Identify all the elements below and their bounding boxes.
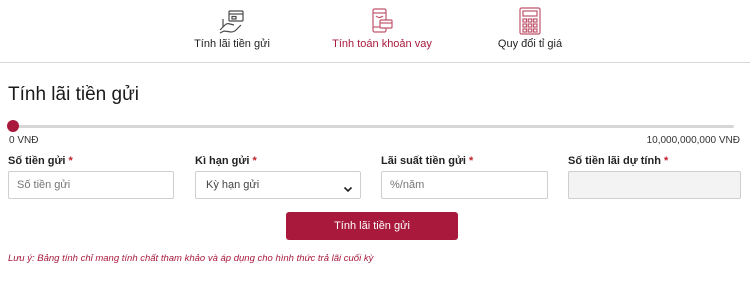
deposit-term-selected-value: Kỳ hạn gửi	[206, 179, 260, 191]
amount-slider-track[interactable]	[12, 125, 734, 128]
deposit-term-field-group: Kì hạn gửi * Kỳ hạn gửi	[195, 155, 361, 199]
loan-phone-card-icon	[367, 6, 397, 36]
chevron-down-icon	[342, 179, 354, 193]
slider-min-label: 0 VNĐ	[9, 135, 39, 146]
calculator-icon	[515, 6, 545, 36]
interest-rate-input[interactable]	[381, 171, 548, 199]
estimated-interest-output	[568, 171, 741, 199]
savings-hand-card-icon	[217, 6, 247, 36]
deposit-amount-input[interactable]	[8, 171, 174, 199]
required-mark: *	[469, 155, 474, 167]
tab-currency-exchange[interactable]: Quy đổi tỉ giá	[476, 0, 584, 63]
page-title: Tính lãi tiền gửi	[8, 84, 140, 105]
deposit-amount-label-text: Số tiền gửi	[8, 155, 66, 167]
calculator-tabs-nav: Tính lãi tiền gửi Tính toán khoản vay Qu…	[0, 0, 750, 63]
slider-max-label: 10,000,000,000 VNĐ	[646, 135, 740, 146]
required-mark: *	[663, 155, 669, 167]
estimated-interest-label: Số tiền lãi dự tính *	[568, 155, 741, 171]
estimated-interest-label-text: Số tiền lãi dự tính	[568, 155, 661, 167]
deposit-amount-label: Số tiền gửi *	[8, 155, 174, 171]
interest-rate-label-text: Lãi suất tiền gửi	[381, 155, 466, 167]
interest-rate-field-group: Lãi suất tiền gửi *	[381, 155, 548, 199]
tab-currency-exchange-label: Quy đổi tỉ giá	[497, 38, 563, 50]
deposit-term-select[interactable]: Kỳ hạn gửi	[195, 171, 361, 199]
tab-loan-calculator-label: Tính toán khoản vay	[332, 38, 432, 50]
disclaimer-note: Lưu ý: Bảng tính chỉ mang tính chất tham…	[8, 253, 374, 264]
tab-savings-interest[interactable]: Tính lãi tiền gửi	[180, 0, 284, 63]
required-mark: *	[68, 155, 73, 167]
estimated-interest-field-group: Số tiền lãi dự tính *	[568, 155, 741, 199]
calculate-interest-button[interactable]: Tính lãi tiền gửi	[286, 212, 458, 240]
tab-loan-calculator[interactable]: Tính toán khoản vay	[320, 0, 444, 63]
tab-savings-interest-label: Tính lãi tiền gửi	[194, 38, 270, 50]
deposit-amount-field-group: Số tiền gửi *	[8, 155, 174, 199]
required-mark: *	[252, 155, 257, 167]
interest-rate-label: Lãi suất tiền gửi *	[381, 155, 548, 171]
amount-slider-handle[interactable]	[7, 120, 19, 132]
deposit-term-label-text: Kì hạn gửi	[195, 155, 250, 167]
deposit-term-label: Kì hạn gửi *	[195, 155, 361, 171]
